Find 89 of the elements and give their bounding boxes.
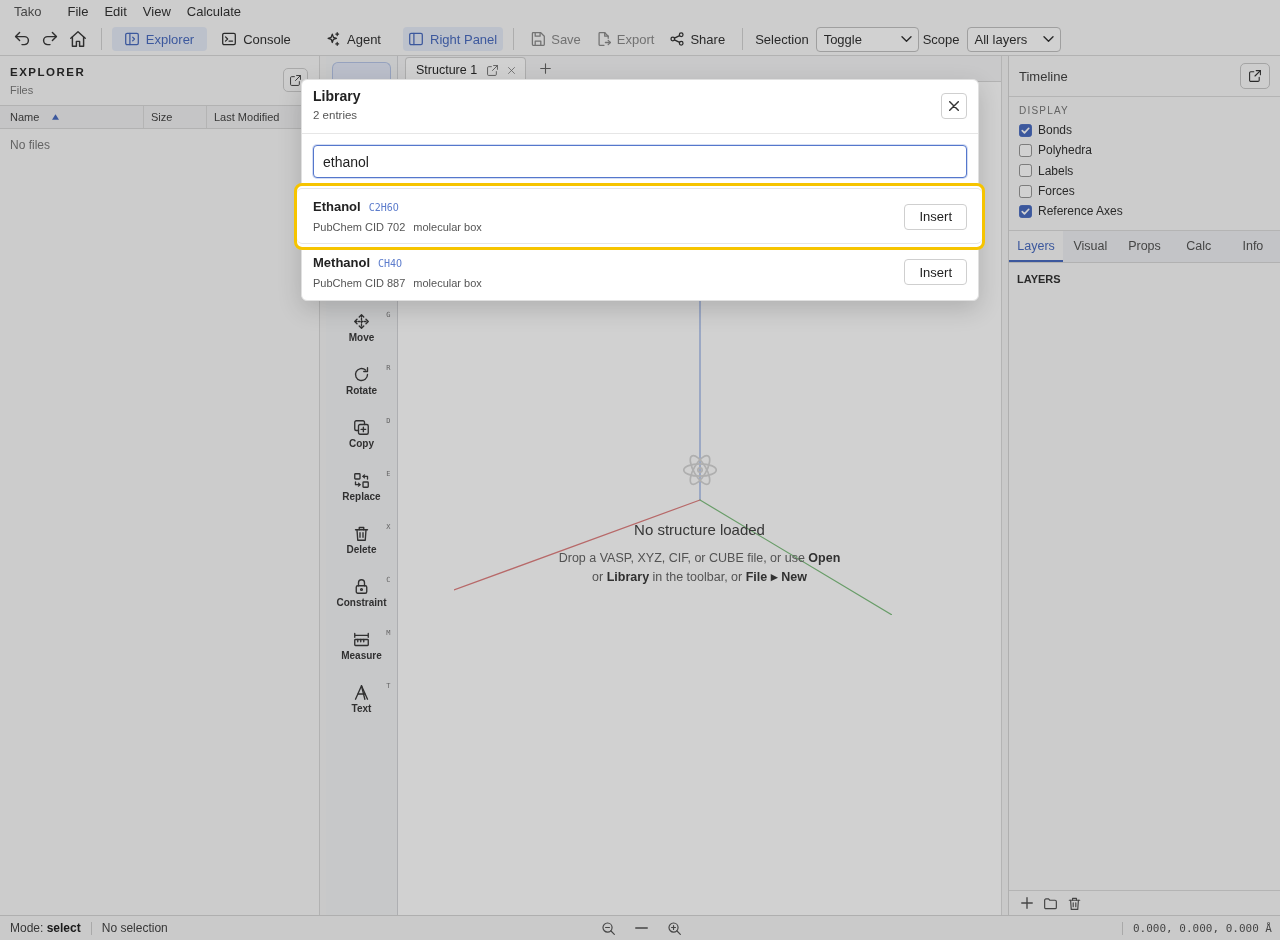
category-label: molecular box: [413, 276, 482, 290]
category-label: molecular box: [413, 221, 482, 234]
panel-title: Timeline: [1019, 68, 1068, 84]
close-button[interactable]: [941, 93, 967, 119]
panel-tab[interactable]: Calc: [1171, 231, 1226, 262]
checkbox[interactable]: [1019, 184, 1032, 198]
empty-message: No files: [9, 137, 51, 154]
toolbar-button[interactable]: Agent: [306, 27, 401, 51]
toolbar-button[interactable]: Right Panel: [403, 27, 504, 51]
home-icon[interactable]: [70, 31, 86, 47]
dropdown-label: Scope: [922, 31, 960, 47]
popout-button[interactable]: [1240, 63, 1270, 89]
panel-subtitle: Files: [10, 83, 35, 97]
minus-icon[interactable]: [634, 927, 648, 929]
panel-tab[interactable]: Info: [1225, 231, 1280, 262]
selection-status: No selection: [101, 921, 168, 935]
result-item[interactable]: Ethanol C2H6O PubChem CID 702 molecular box Insert: [294, 183, 985, 250]
menu-item[interactable]: View: [134, 0, 179, 23]
dialog-title: Library: [313, 88, 361, 105]
sidebar-icon: [124, 32, 139, 46]
section-heading: LAYERS: [1017, 273, 1061, 285]
lock-icon: [354, 579, 369, 594]
plus-icon[interactable]: [540, 63, 552, 74]
result-name: Ethanol: [313, 199, 361, 215]
insert-button[interactable]: Insert: [904, 203, 967, 230]
menu-item[interactable]: Calculate: [178, 0, 249, 23]
app-name: Tako: [13, 4, 43, 19]
dropdown[interactable]: All layers: [966, 26, 1061, 52]
trash-icon: [354, 526, 369, 541]
column-header[interactable]: Name: [0, 106, 143, 128]
zoom-out-icon[interactable]: [601, 921, 615, 935]
panel-title: EXPLORER: [10, 65, 86, 80]
checkbox-label: Labels: [1038, 163, 1074, 178]
panel-tab[interactable]: Visual: [1063, 231, 1118, 262]
checkbox-label: Polyhedra: [1038, 143, 1093, 158]
folder-icon[interactable]: [1044, 896, 1057, 910]
checkbox[interactable]: [1019, 143, 1032, 157]
cursor-coordinates: 0.000, 0.000, 0.000 Å: [1132, 921, 1272, 935]
external-link-icon: [290, 74, 301, 86]
result-name: Methanol: [313, 254, 371, 271]
zoom-in-icon[interactable]: [667, 921, 681, 935]
move-arrows-icon: [354, 314, 369, 329]
plus-icon[interactable]: [1021, 897, 1033, 909]
panel-tab[interactable]: Layers: [1009, 231, 1064, 262]
menu-item[interactable]: File: [59, 0, 97, 23]
formula-label: CH4O: [378, 257, 403, 269]
source-label: PubChem CID 887: [313, 276, 406, 290]
insert-button[interactable]: Insert: [904, 259, 967, 285]
close-icon[interactable]: [508, 66, 516, 74]
caret-icon: [1042, 36, 1054, 42]
dropdown[interactable]: Toggle: [815, 26, 919, 52]
file-arrow-icon: [596, 32, 611, 46]
formula-label: C2H6O: [368, 202, 399, 213]
panel-icon: [409, 32, 423, 46]
checkbox-label: Forces: [1038, 184, 1075, 199]
panel-tab[interactable]: Props: [1117, 231, 1172, 262]
external-link-icon[interactable]: [487, 64, 499, 76]
section-heading: DISPLAY: [1019, 105, 1070, 117]
checkbox-label: Reference Axes: [1038, 204, 1123, 219]
sparkle-icon: [326, 32, 340, 46]
rotate-icon: [354, 367, 369, 382]
toolbar-button[interactable]: Share: [663, 27, 733, 51]
trash-icon[interactable]: [1068, 896, 1081, 910]
search-field[interactable]: ethanol: [313, 145, 967, 178]
checkbox[interactable]: [1019, 204, 1032, 218]
column-header[interactable]: Size: [143, 106, 206, 128]
copy-icon: [354, 420, 369, 435]
checkbox[interactable]: [1019, 123, 1032, 137]
toolbar-button[interactable]: Explorer: [112, 27, 207, 51]
result-item[interactable]: Methanol CH4O PubChem CID 887 molecular box Insert: [302, 250, 978, 300]
checkbox-label: Bonds: [1038, 123, 1073, 138]
checkbox[interactable]: [1019, 164, 1032, 178]
share-icon: [670, 32, 685, 46]
caret-icon: [900, 36, 912, 42]
toolbar-button[interactable]: Console: [209, 27, 304, 51]
menu-item[interactable]: Edit: [96, 0, 135, 23]
terminal-icon: [222, 32, 237, 46]
swap-icon: [354, 473, 369, 488]
close-icon: [949, 101, 959, 111]
text-icon: [354, 685, 369, 700]
redo-icon[interactable]: [42, 31, 58, 47]
external-link-icon: [1249, 70, 1261, 82]
sort-arrow-icon: [52, 114, 60, 120]
ruler-icon: [354, 632, 369, 647]
undo-icon[interactable]: [14, 31, 30, 47]
atom-icon: [682, 453, 717, 487]
mode-indicator: Mode: select: [10, 921, 81, 935]
dropdown-label: Selection: [755, 31, 809, 47]
source-label: PubChem CID 702: [313, 221, 406, 234]
